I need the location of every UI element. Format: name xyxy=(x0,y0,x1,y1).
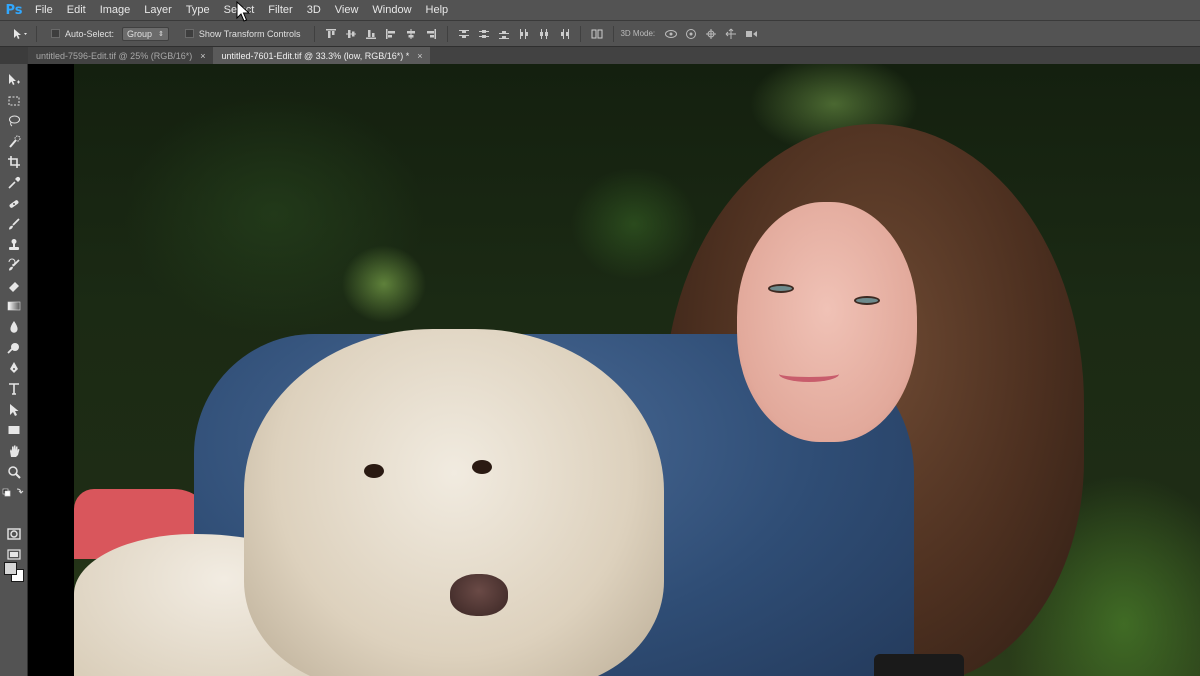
transform-controls-label: Show Transform Controls xyxy=(198,28,301,39)
photo-image xyxy=(74,64,1200,676)
quick-select-tool-icon[interactable] xyxy=(6,134,22,150)
healing-brush-tool-icon[interactable] xyxy=(6,196,22,212)
tab-label: untitled-7596-Edit.tif @ 25% (RGB/16*) xyxy=(36,50,193,61)
menu-layer[interactable]: Layer xyxy=(137,0,179,21)
separator xyxy=(36,25,37,42)
swap-colors-icon[interactable] xyxy=(2,484,26,500)
menu-window[interactable]: Window xyxy=(365,0,418,21)
brush-tool-icon[interactable] xyxy=(6,216,22,232)
distribute-bottom-icon[interactable] xyxy=(496,26,512,42)
3d-drag-icon[interactable] xyxy=(703,26,719,42)
photo-girl-smile xyxy=(779,366,839,382)
dropdown-arrows-icon: ⇕ xyxy=(158,30,164,38)
distribute-right-icon[interactable] xyxy=(556,26,572,42)
3d-roll-icon[interactable] xyxy=(683,26,699,42)
align-left-icon[interactable] xyxy=(383,26,399,42)
quick-mask-icon[interactable] xyxy=(6,526,22,542)
photo-dog-head xyxy=(244,329,664,676)
tab-document-1[interactable]: untitled-7596-Edit.tif @ 25% (RGB/16*) × xyxy=(28,47,213,64)
crop-tool-icon[interactable] xyxy=(6,154,22,170)
menu-image[interactable]: Image xyxy=(93,0,138,21)
photoshop-logo-icon: Ps xyxy=(5,2,23,18)
photo-dog-eye-right xyxy=(472,460,492,474)
move-tool-preset-icon[interactable] xyxy=(12,26,28,42)
3d-scale-icon[interactable] xyxy=(743,26,759,42)
3d-slide-icon[interactable] xyxy=(723,26,739,42)
menu-help[interactable]: Help xyxy=(419,0,456,21)
auto-select-dropdown-wrap: Group ⇕ xyxy=(122,26,169,41)
3d-rotate-icon[interactable] xyxy=(663,26,679,42)
auto-select-dropdown[interactable]: Group ⇕ xyxy=(122,26,169,41)
document-canvas[interactable] xyxy=(28,64,1200,676)
blur-tool-icon[interactable] xyxy=(6,319,22,335)
path-select-tool-icon[interactable] xyxy=(6,402,22,418)
photo-dog-eye-left xyxy=(364,464,384,478)
3d-mode-label: 3D Mode: xyxy=(620,29,656,38)
eraser-tool-icon[interactable] xyxy=(6,278,22,294)
menu-filter[interactable]: Filter xyxy=(261,0,299,21)
screen-mode-icon[interactable] xyxy=(6,546,22,562)
mouse-cursor-icon xyxy=(236,1,250,22)
auto-select-checkbox[interactable] xyxy=(51,29,60,38)
transform-controls-option[interactable]: Show Transform Controls xyxy=(184,28,301,39)
type-tool-icon[interactable] xyxy=(6,381,22,397)
lasso-tool-icon[interactable] xyxy=(6,113,22,129)
close-icon[interactable]: × xyxy=(200,51,205,61)
separator xyxy=(613,25,615,42)
zoom-tool-icon[interactable] xyxy=(6,464,22,480)
align-vertical-center-icon[interactable] xyxy=(343,26,359,42)
eyedropper-tool-icon[interactable] xyxy=(6,175,22,191)
menu-bar: Ps File Edit Image Layer Type Select Fil… xyxy=(0,0,1200,21)
dodge-tool-icon[interactable] xyxy=(6,340,22,356)
distribute-horizontal-center-icon[interactable] xyxy=(536,26,552,42)
history-brush-tool-icon[interactable] xyxy=(6,257,22,273)
tools-panel xyxy=(0,64,28,676)
transform-controls-checkbox[interactable] xyxy=(184,29,194,38)
pen-tool-icon[interactable] xyxy=(6,360,22,376)
document-tabs: untitled-7596-Edit.tif @ 25% (RGB/16*) ×… xyxy=(28,47,1200,64)
close-icon[interactable]: × xyxy=(417,51,422,61)
auto-select-value: Group xyxy=(127,28,153,39)
photo-girl-eye-right xyxy=(854,296,880,305)
menu-3d[interactable]: 3D xyxy=(300,0,328,21)
rectangle-tool-icon[interactable] xyxy=(6,422,22,438)
menu-type[interactable]: Type xyxy=(179,0,217,21)
align-horizontal-center-icon[interactable] xyxy=(403,26,419,42)
align-bottom-icon[interactable] xyxy=(363,26,379,42)
photo-girl-face xyxy=(737,202,917,442)
distribute-left-icon[interactable] xyxy=(516,26,532,42)
auto-select-option[interactable]: Auto-Select: xyxy=(51,29,114,39)
menu-edit[interactable]: Edit xyxy=(60,0,93,21)
auto-align-layers-icon[interactable] xyxy=(589,26,605,42)
foreground-color-swatch[interactable] xyxy=(4,562,17,575)
photo-dog-nose xyxy=(450,574,508,616)
photo-camera xyxy=(874,654,964,676)
align-top-icon[interactable] xyxy=(323,26,339,42)
move-tool-icon[interactable] xyxy=(6,72,22,88)
distribute-top-icon[interactable] xyxy=(456,26,472,42)
photo-girl-eye-left xyxy=(768,284,794,293)
distribute-vertical-center-icon[interactable] xyxy=(476,26,492,42)
gradient-tool-icon[interactable] xyxy=(6,298,22,314)
align-right-icon[interactable] xyxy=(423,26,439,42)
hand-tool-icon[interactable] xyxy=(6,443,22,459)
tab-label: untitled-7601-Edit.tif @ 33.3% (low, RGB… xyxy=(221,50,410,61)
separator xyxy=(580,25,582,42)
separator xyxy=(447,25,449,42)
separator xyxy=(314,25,316,42)
clone-stamp-tool-icon[interactable] xyxy=(6,237,22,253)
marquee-tool-icon[interactable] xyxy=(6,93,22,109)
menu-view[interactable]: View xyxy=(328,0,366,21)
tab-document-2[interactable]: untitled-7601-Edit.tif @ 33.3% (low, RGB… xyxy=(213,47,431,64)
options-bar: Auto-Select: Group ⇕ Show Transform Cont… xyxy=(0,21,1200,47)
menu-file[interactable]: File xyxy=(28,0,60,21)
auto-select-label: Auto-Select: xyxy=(65,28,115,39)
